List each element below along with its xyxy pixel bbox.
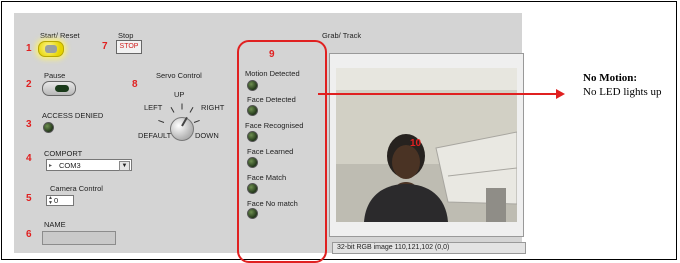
stop-button[interactable]: STOP [116, 40, 142, 54]
image-display: 10 [329, 53, 524, 237]
face-recognised-led [247, 131, 258, 142]
access-status-label: ACCESS DENIED [42, 111, 104, 120]
callout-number-7: 7 [102, 41, 108, 52]
motion-detected-label: Motion Detected [245, 69, 300, 78]
annotation-text: No LED lights up [583, 86, 662, 98]
face-match-led [247, 183, 258, 194]
name-label: NAME [44, 220, 66, 229]
stop-label: Stop [118, 31, 134, 40]
face-learned-label: Face Learned [247, 147, 294, 156]
image-status-text: 32-bit RGB image 110,121,102 (0,0) [337, 244, 450, 251]
servo-right-label: RIGHT [201, 103, 225, 112]
servo-tick-mark [189, 107, 194, 113]
servo-control-knob[interactable] [170, 117, 194, 141]
annotation-title: No Motion: [583, 72, 638, 84]
servo-left-label: LEFT [144, 103, 163, 112]
callout-number-3: 3 [26, 119, 32, 130]
face-no-match-label: Face No match [247, 199, 298, 208]
face-match-label: Face Match [247, 173, 287, 182]
face-recognised-label: Face Recognised [245, 121, 304, 130]
callout-number-1: 1 [26, 43, 32, 54]
camera-control-input[interactable]: ▲ ▼ 0 [46, 195, 74, 206]
callout-number-5: 5 [26, 193, 32, 204]
access-denied-led [43, 122, 54, 133]
comport-label: COMPORT [44, 149, 83, 158]
callout-number-8: 8 [132, 79, 138, 90]
image-status-bar: 32-bit RGB image 110,121,102 (0,0) [332, 242, 526, 254]
callout-number-2: 2 [26, 79, 32, 90]
annotation-arrow-line [318, 93, 560, 95]
servo-down-label: DOWN [195, 131, 219, 140]
labview-front-panel: 1 Start/ Reset 2 Pause 3 ACCESS DENIED 4… [14, 13, 526, 263]
callout-number-4: 4 [26, 153, 32, 164]
servo-default-label: DEFAULT [138, 131, 172, 140]
annotation-arrow-head [556, 89, 565, 99]
face-detected-label: Face Detected [247, 95, 296, 104]
name-field [42, 231, 116, 245]
comport-value: COM3 [59, 161, 81, 170]
camera-control-label: Camera Control [50, 184, 103, 193]
camera-scene [336, 68, 517, 222]
callout-number-6: 6 [26, 229, 32, 240]
face-no-match-led [247, 208, 258, 219]
camera-feed-image: 10 [336, 68, 517, 222]
face-detected-led [247, 105, 258, 116]
start-reset-button[interactable] [38, 41, 64, 57]
servo-tick-mark [170, 107, 175, 113]
servo-tick-mark [158, 119, 165, 123]
camera-control-value: 0 [54, 196, 59, 205]
servo-tick-mark [181, 103, 183, 110]
pause-button[interactable] [42, 81, 76, 96]
face-learned-led [247, 157, 258, 168]
servo-up-label: UP [174, 90, 185, 99]
grab-track-title: Grab/ Track [322, 31, 362, 40]
comport-dropdown[interactable]: ▸ COM3 ▼ [46, 159, 132, 171]
chevron-down-icon[interactable]: ▼ [119, 161, 130, 171]
callout-number-10: 10 [410, 138, 422, 149]
servo-tick-mark [193, 119, 200, 123]
spinner-arrows-icon[interactable]: ▲ ▼ [48, 196, 53, 206]
start-reset-label: Start/ Reset [40, 31, 80, 40]
pause-label: Pause [44, 71, 66, 80]
resource-icon: ▸ [49, 163, 53, 169]
servo-control-title: Servo Control [156, 71, 202, 80]
motion-detected-led [247, 80, 258, 91]
